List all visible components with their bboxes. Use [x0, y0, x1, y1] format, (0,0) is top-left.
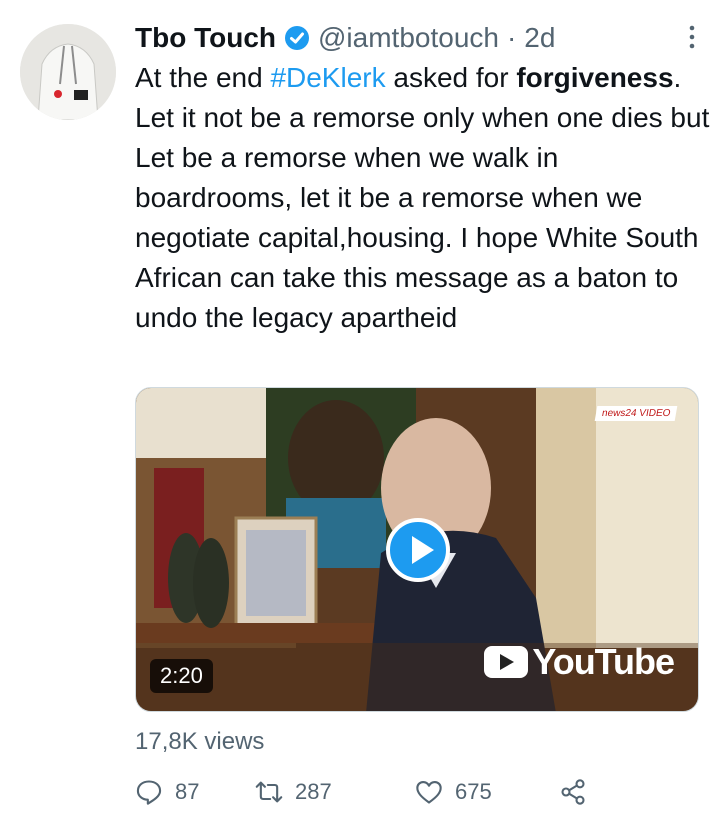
retweet-count: 287 — [295, 779, 332, 804]
more-options-icon[interactable] — [682, 22, 702, 52]
view-count: 17,8K views — [135, 728, 265, 755]
author-avatar[interactable] — [20, 24, 116, 120]
tweet-text-part1: At the end — [135, 62, 271, 93]
reply-icon — [136, 780, 162, 805]
tweet-time[interactable]: 2d — [524, 22, 555, 54]
tweet-text: At the end #DeKlerk asked for forgivenes… — [135, 58, 710, 338]
tweet-text-bold: forgiveness — [516, 62, 674, 93]
tweet-text-part2: asked for — [385, 62, 517, 93]
retweet-icon — [255, 781, 283, 803]
share-icon — [561, 779, 585, 805]
video-player[interactable]: news24 VIDEO 2:20 YouTube — [135, 387, 699, 712]
separator-dot: · — [506, 22, 517, 53]
tweet-actions: 87 287 675 — [135, 778, 599, 806]
author-name[interactable]: Tbo Touch — [135, 22, 276, 54]
hashtag-link[interactable]: #DeKlerk — [270, 62, 385, 93]
play-icon[interactable] — [386, 518, 450, 582]
tweet-header: Tbo Touch @iamtbotouch · 2d — [135, 18, 680, 58]
like-button[interactable]: 675 — [415, 778, 559, 806]
like-icon — [416, 781, 442, 804]
video-duration: 2:20 — [150, 659, 213, 693]
youtube-play-icon — [484, 646, 529, 678]
share-button[interactable] — [559, 778, 599, 806]
reply-count: 87 — [175, 779, 200, 804]
verified-badge-icon — [284, 25, 310, 51]
tweet-text-part3: . Let it not be a remorse only when one … — [135, 62, 710, 333]
youtube-logo: YouTube — [484, 641, 675, 683]
author-handle[interactable]: @iamtbotouch — [318, 22, 499, 54]
news24-badge: news24 VIDEO — [594, 406, 678, 421]
like-count: 675 — [455, 779, 492, 804]
youtube-label: YouTube — [532, 641, 675, 682]
retweet-button[interactable]: 287 — [255, 778, 415, 806]
reply-button[interactable]: 87 — [135, 778, 255, 806]
